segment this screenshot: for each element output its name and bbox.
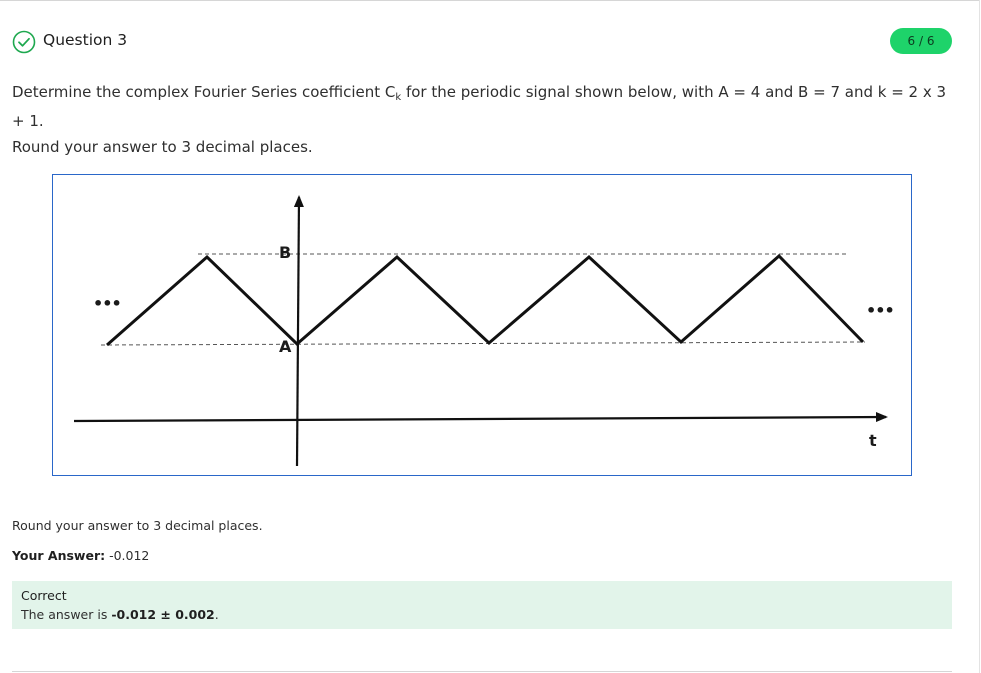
question-prompt: Determine the complex Fourier Series coe…	[12, 79, 947, 160]
prompt-part1: Determine the complex Fourier Series coe…	[12, 83, 396, 101]
feedback-prefix: The answer is	[21, 607, 112, 622]
feedback-suffix: .	[214, 607, 219, 622]
score-badge: 6 / 6	[890, 28, 952, 54]
feedback-box: Correct The answer is -0.012 ± 0.002.	[12, 581, 952, 629]
round-note: Round your answer to 3 decimal places.	[12, 518, 263, 533]
vertical-axis	[293, 195, 304, 467]
feedback-status: Correct	[21, 588, 67, 603]
ellipsis-right: •••	[866, 301, 895, 320]
your-answer-label: Your Answer:	[12, 548, 106, 563]
label-t: t	[869, 431, 877, 450]
prompt-round-instruction: Round your answer to 3 decimal places.	[12, 138, 313, 156]
check-circle-icon	[12, 30, 36, 54]
prompt-subscript: k	[395, 92, 402, 103]
feedback-correct-value: -0.012 ± 0.002	[111, 607, 215, 622]
label-a: A	[279, 337, 292, 356]
bottom-divider	[12, 671, 952, 672]
feedback-text: The answer is -0.012 ± 0.002.	[21, 607, 219, 622]
top-divider	[0, 0, 980, 1]
triangle-wave	[106, 253, 865, 347]
right-divider	[979, 0, 980, 673]
signal-figure: B A t ••• •••	[52, 174, 912, 476]
your-answer: Your Answer: -0.012	[12, 548, 149, 563]
prompt-text: Determine the complex Fourier Series coe…	[12, 79, 947, 134]
label-b: B	[279, 243, 292, 262]
question-title: Question 3	[43, 31, 128, 49]
your-answer-value: -0.012	[105, 548, 150, 563]
level-a-dashed-line	[100, 341, 866, 346]
time-axis	[73, 412, 888, 423]
question-header: Question 3 6 / 6	[12, 28, 952, 55]
signal-plot	[73, 195, 888, 467]
ellipsis-left: •••	[93, 294, 122, 313]
